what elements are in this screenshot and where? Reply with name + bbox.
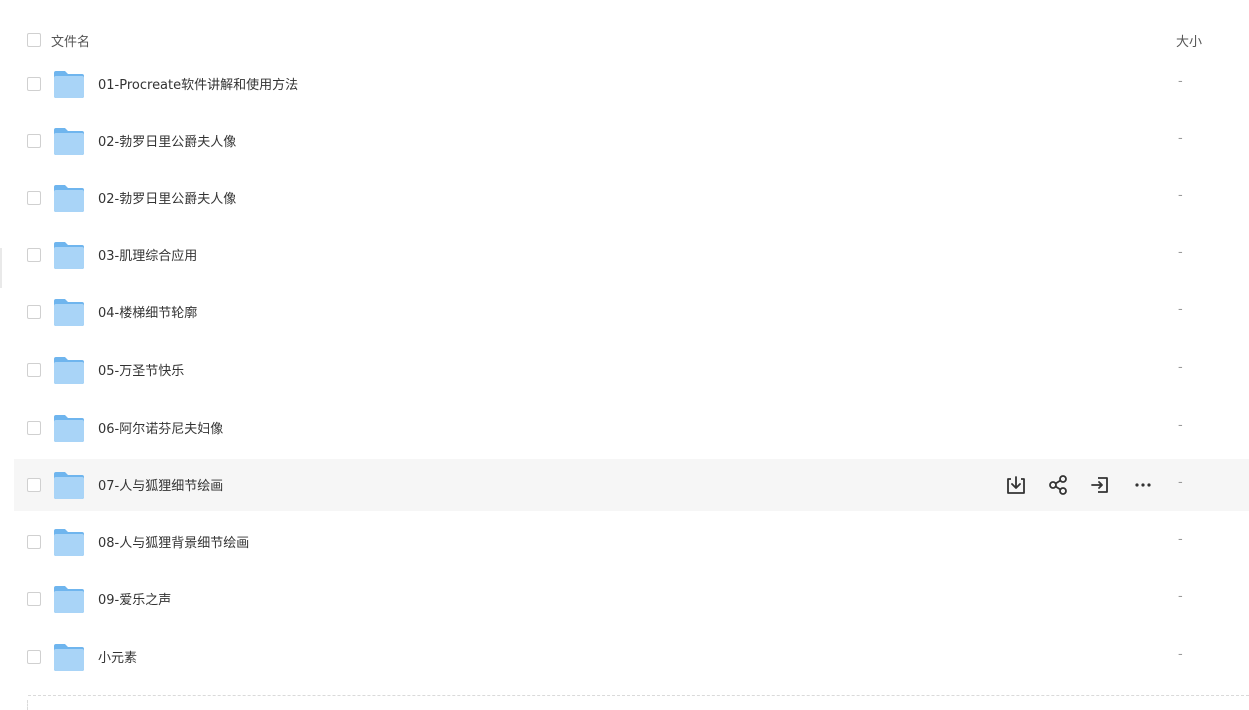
- file-name[interactable]: 07-人与狐狸细节绘画: [98, 475, 223, 494]
- column-header-name[interactable]: 文件名: [51, 31, 90, 50]
- file-size: -: [1178, 74, 1183, 89]
- folder-icon: [54, 299, 84, 326]
- drop-zone-border: [28, 695, 1249, 696]
- file-name[interactable]: 01-Procreate软件讲解和使用方法: [98, 74, 298, 93]
- file-list-header: 文件名 大小: [0, 20, 1249, 60]
- file-name[interactable]: 08-人与狐狸背景细节绘画: [98, 532, 249, 551]
- file-name[interactable]: 06-阿尔诺芬尼夫妇像: [98, 418, 223, 437]
- file-row[interactable]: 08-人与狐狸背景细节绘画 -: [14, 516, 1249, 568]
- file-row[interactable]: 04-楼梯细节轮廓 -: [14, 286, 1249, 338]
- left-edge-marker: [0, 248, 2, 288]
- row-checkbox[interactable]: [27, 134, 41, 148]
- select-all-checkbox[interactable]: [27, 33, 41, 47]
- row-checkbox[interactable]: [27, 592, 41, 606]
- row-checkbox[interactable]: [27, 535, 41, 549]
- row-checkbox[interactable]: [27, 650, 41, 664]
- file-row-hovered[interactable]: 07-人与狐狸细节绘画 -: [14, 459, 1249, 511]
- file-row[interactable]: 09-爱乐之声 -: [14, 573, 1249, 625]
- file-size: -: [1178, 245, 1183, 260]
- file-size: -: [1178, 360, 1183, 375]
- file-name[interactable]: 小元素: [98, 647, 137, 666]
- folder-icon: [54, 472, 84, 499]
- column-header-size[interactable]: 大小: [1176, 31, 1202, 50]
- file-size: -: [1178, 188, 1183, 203]
- file-row[interactable]: 02-勃罗日里公爵夫人像 -: [14, 115, 1249, 167]
- folder-icon: [54, 529, 84, 556]
- row-checkbox[interactable]: [27, 191, 41, 205]
- folder-icon: [54, 71, 84, 98]
- file-name[interactable]: 03-肌理综合应用: [98, 245, 197, 264]
- file-size: -: [1178, 131, 1183, 146]
- folder-icon: [54, 357, 84, 384]
- file-size: -: [1178, 589, 1183, 604]
- row-checkbox[interactable]: [27, 363, 41, 377]
- file-row[interactable]: 01-Procreate软件讲解和使用方法 -: [14, 58, 1249, 110]
- file-size: -: [1178, 475, 1183, 490]
- share-icon[interactable]: [1047, 474, 1069, 496]
- file-size: -: [1178, 532, 1183, 547]
- folder-icon: [54, 128, 84, 155]
- move-icon[interactable]: [1089, 474, 1111, 496]
- file-size: -: [1178, 418, 1183, 433]
- drop-zone-border-left: [27, 700, 29, 710]
- file-name[interactable]: 04-楼梯细节轮廓: [98, 302, 197, 321]
- more-icon[interactable]: [1132, 474, 1154, 496]
- file-row[interactable]: 05-万圣节快乐 -: [14, 344, 1249, 396]
- file-row[interactable]: 02-勃罗日里公爵夫人像 -: [14, 172, 1249, 224]
- folder-icon: [54, 644, 84, 671]
- file-row[interactable]: 03-肌理综合应用 -: [14, 229, 1249, 281]
- row-checkbox[interactable]: [27, 478, 41, 492]
- file-size: -: [1178, 302, 1183, 317]
- row-checkbox[interactable]: [27, 421, 41, 435]
- file-name[interactable]: 05-万圣节快乐: [98, 360, 184, 379]
- file-size: -: [1178, 647, 1183, 662]
- row-checkbox[interactable]: [27, 77, 41, 91]
- row-checkbox[interactable]: [27, 305, 41, 319]
- file-name[interactable]: 02-勃罗日里公爵夫人像: [98, 188, 236, 207]
- download-icon[interactable]: [1005, 474, 1027, 496]
- file-row[interactable]: 06-阿尔诺芬尼夫妇像 -: [14, 402, 1249, 454]
- row-checkbox[interactable]: [27, 248, 41, 262]
- folder-icon: [54, 586, 84, 613]
- folder-icon: [54, 415, 84, 442]
- folder-icon: [54, 242, 84, 269]
- file-name[interactable]: 02-勃罗日里公爵夫人像: [98, 131, 236, 150]
- file-name[interactable]: 09-爱乐之声: [98, 589, 171, 608]
- folder-icon: [54, 185, 84, 212]
- file-row[interactable]: 小元素 -: [14, 631, 1249, 683]
